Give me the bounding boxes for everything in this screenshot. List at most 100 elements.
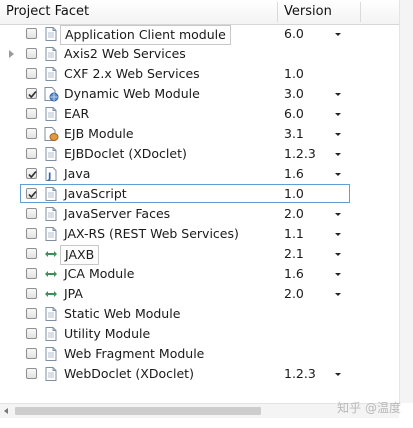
facet-checkbox[interactable] (26, 368, 37, 379)
scroll-thumb[interactable] (15, 407, 261, 415)
facet-label: JAXB (60, 245, 100, 265)
scroll-left-icon[interactable] (4, 408, 8, 414)
version-column-header[interactable]: Version (284, 0, 332, 24)
facet-row[interactable]: CXF 2.x Web Services 1.0 (0, 64, 399, 84)
file-icon (43, 26, 59, 42)
facet-checkbox[interactable] (26, 228, 37, 239)
facet-checkbox[interactable] (26, 328, 37, 339)
version-dropdown-arrow-icon[interactable] (335, 113, 341, 116)
facet-row[interactable]: Dynamic Web Module 3.0 (0, 84, 399, 104)
file-icon (43, 146, 59, 162)
jca-icon (43, 266, 59, 282)
version-dropdown-arrow-icon[interactable] (335, 173, 341, 176)
facet-version[interactable]: 1.1 (284, 224, 304, 244)
facet-label: EJBDoclet (XDoclet) (64, 146, 187, 161)
version-dropdown-arrow-icon[interactable] (335, 293, 341, 296)
facet-row[interactable]: JAX-RS (REST Web Services) 1.1 (0, 224, 399, 244)
facet-row[interactable]: Utility Module (0, 324, 399, 344)
facet-row[interactable]: EAR 6.0 (0, 104, 399, 124)
facet-version[interactable]: 2.1 (284, 244, 304, 264)
facet-row[interactable]: JAXB 2.1 (0, 244, 399, 265)
facet-checkbox[interactable] (26, 148, 37, 159)
facet-label: JPA (64, 286, 83, 301)
facet-checkbox[interactable] (26, 308, 37, 319)
version-dropdown-arrow-icon[interactable] (335, 273, 341, 276)
facet-version[interactable]: 1.2.3 (284, 144, 316, 164)
facet-version[interactable]: 1.6 (284, 164, 304, 184)
watermark: 知乎 @温度 (337, 401, 401, 415)
version-dropdown-arrow-icon[interactable] (335, 93, 341, 96)
facet-version[interactable]: 1.2.3 (284, 364, 316, 384)
web-module-icon (43, 86, 59, 102)
facet-checkbox[interactable] (26, 168, 37, 179)
facet-label: Dynamic Web Module (64, 86, 200, 101)
facet-checkbox[interactable] (26, 68, 37, 79)
facet-version[interactable]: 3.0 (284, 84, 304, 104)
facet-row[interactable]: WebDoclet (XDoclet) 1.2.3 (0, 364, 399, 384)
facet-version[interactable]: 2.0 (284, 284, 304, 304)
facet-checkbox[interactable] (26, 268, 37, 279)
facet-label: JavaScript (64, 186, 127, 201)
facet-checkbox[interactable] (26, 48, 37, 59)
facet-label: Java (64, 166, 91, 181)
column-divider[interactable] (360, 2, 361, 22)
file-icon (43, 366, 59, 382)
version-dropdown-arrow-icon[interactable] (335, 213, 341, 216)
facet-checkbox[interactable] (26, 28, 37, 39)
file-icon (43, 306, 59, 322)
version-dropdown-arrow-icon[interactable] (335, 373, 341, 376)
facet-version[interactable]: 6.0 (284, 104, 304, 124)
file-icon (43, 106, 59, 122)
facet-version[interactable]: 2.0 (284, 204, 304, 224)
facet-version[interactable]: 3.1 (284, 124, 304, 144)
version-dropdown-arrow-icon[interactable] (335, 153, 341, 156)
facet-row[interactable]: JCA Module 1.6 (0, 264, 399, 284)
facet-label: JAX-RS (REST Web Services) (64, 226, 239, 241)
facet-checkbox[interactable] (26, 88, 37, 99)
facet-row[interactable]: Application Client module 6.0 (0, 24, 399, 45)
facet-row[interactable]: Axis2 Web Services (0, 44, 399, 64)
facet-row[interactable]: JavaServer Faces 2.0 (0, 204, 399, 224)
facet-label: JavaServer Faces (64, 206, 171, 221)
facet-row[interactable]: J Java 1.6 (0, 164, 399, 184)
facet-version[interactable]: 1.6 (284, 264, 304, 284)
file-icon (43, 206, 59, 222)
facet-list: Application Client module 6.0 Axis2 Web Se… (0, 24, 399, 384)
facet-checkbox[interactable] (26, 248, 37, 259)
version-dropdown-arrow-icon[interactable] (335, 233, 341, 236)
expand-arrow-icon[interactable] (9, 50, 14, 58)
facet-row[interactable]: Web Fragment Module (0, 344, 399, 364)
facet-label: CXF 2.x Web Services (64, 66, 200, 81)
file-icon (43, 46, 59, 62)
facet-row[interactable]: JavaScript 1.0 (0, 184, 399, 204)
vertical-scrollbar[interactable] (399, 0, 413, 403)
facet-label: EAR (64, 106, 90, 121)
facet-row[interactable]: JPA 2.0 (0, 284, 399, 304)
facet-row[interactable]: EJB Module 3.1 (0, 124, 399, 144)
facet-label: JCA Module (64, 266, 135, 281)
version-dropdown-arrow-icon[interactable] (335, 33, 341, 36)
project-facet-column-header[interactable]: Project Facet (6, 0, 89, 24)
facet-row[interactable]: Static Web Module (0, 304, 399, 324)
file-icon (43, 226, 59, 242)
facet-checkbox[interactable] (26, 288, 37, 299)
facet-checkbox[interactable] (26, 108, 37, 119)
table-header: Project Facet Version (0, 0, 399, 25)
facet-checkbox[interactable] (26, 128, 37, 139)
facet-label: Application Client module (60, 25, 231, 45)
facet-checkbox[interactable] (26, 188, 37, 199)
facet-row[interactable]: EJBDoclet (XDoclet) 1.2.3 (0, 144, 399, 164)
version-dropdown-arrow-icon[interactable] (335, 133, 341, 136)
facet-label: EJB Module (64, 126, 134, 141)
facet-label: WebDoclet (XDoclet) (64, 366, 194, 381)
column-divider[interactable] (277, 2, 278, 22)
facet-checkbox[interactable] (26, 208, 37, 219)
ejb-icon (43, 126, 59, 142)
file-icon (43, 186, 59, 202)
facet-label: Static Web Module (64, 306, 181, 321)
facet-checkbox[interactable] (26, 348, 37, 359)
svg-text:J: J (47, 172, 51, 182)
facet-version[interactable]: 6.0 (284, 24, 304, 44)
facet-label: Web Fragment Module (64, 346, 205, 361)
version-dropdown-arrow-icon[interactable] (335, 253, 341, 256)
